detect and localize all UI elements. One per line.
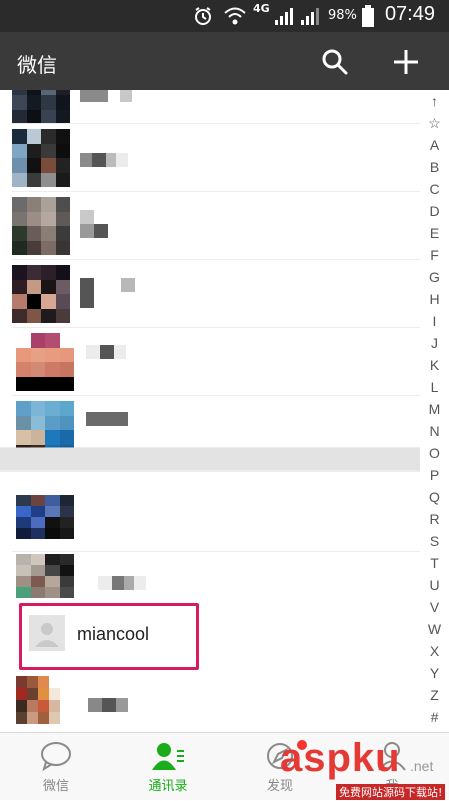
contact-row[interactable] [0, 670, 420, 732]
contact-row[interactable] [0, 552, 420, 600]
index-letter[interactable]: B [420, 159, 449, 175]
index-letter[interactable]: Y [420, 665, 449, 681]
avatar [16, 333, 74, 391]
index-letter[interactable]: L [420, 379, 449, 395]
signal-icon-secondary [301, 8, 319, 25]
watermark-subtitle: 免费网站源码下载站! [336, 784, 446, 800]
index-letter[interactable]: V [420, 599, 449, 615]
highlighted-contact-row[interactable]: miancool [19, 603, 199, 670]
index-letter[interactable]: J [420, 335, 449, 351]
contact-row[interactable] [0, 260, 420, 328]
wifi-icon [224, 7, 246, 25]
scroll-index-highlight [0, 447, 449, 472]
battery-percent: 98% [328, 8, 357, 23]
watermark-logo: aspku .net 免费网站源码下载站! [276, 736, 449, 800]
index-letter[interactable]: G [420, 269, 449, 285]
signal-icon-primary [275, 8, 293, 25]
index-letter[interactable]: Q [420, 489, 449, 505]
contact-name-blurred [80, 90, 132, 102]
battery-icon [362, 5, 374, 27]
avatar [16, 676, 60, 724]
clock: 07:49 [384, 3, 435, 25]
status-bar: 4G 98% 07:49 [0, 0, 449, 32]
index-letter[interactable]: X [420, 643, 449, 659]
contact-name-blurred [80, 278, 94, 308]
contacts-icon [152, 743, 184, 770]
network-type-label: 4G [253, 2, 270, 15]
contact-row[interactable] [0, 124, 420, 192]
index-letter[interactable]: K [420, 357, 449, 373]
contact-name-blurred [88, 698, 128, 712]
avatar [12, 265, 70, 323]
search-icon[interactable] [321, 48, 349, 76]
contact-row[interactable] [0, 328, 420, 396]
tab-label: 微信 [42, 779, 69, 794]
index-letter[interactable]: E [420, 225, 449, 241]
alphabet-index[interactable]: ↑ ☆ A B C D E F G H I J K L M N O P Q R … [420, 90, 449, 732]
contact-name-blurred [121, 278, 135, 292]
index-letter[interactable]: U [420, 577, 449, 593]
index-letter[interactable]: N [420, 423, 449, 439]
contact-name: miancool [77, 624, 150, 644]
contact-row[interactable] [0, 90, 420, 124]
contact-name-blurred [98, 576, 146, 590]
tab-chats[interactable]: 微信 [0, 733, 112, 801]
index-letter[interactable]: A [420, 137, 449, 153]
index-letter[interactable]: H [420, 291, 449, 307]
contact-row[interactable] [0, 192, 420, 260]
person-placeholder-icon [29, 615, 65, 651]
contact-name-blurred [80, 210, 94, 224]
avatar [12, 129, 70, 187]
index-letter[interactable]: ↑ [420, 93, 449, 109]
index-letter[interactable]: T [420, 555, 449, 571]
avatar [12, 90, 70, 124]
index-letter[interactable]: W [420, 621, 449, 637]
index-letter[interactable]: D [420, 203, 449, 219]
contact-name-blurred [80, 224, 108, 238]
alarm-icon [195, 7, 211, 25]
index-letter[interactable]: Z [420, 687, 449, 703]
index-letter[interactable]: C [420, 181, 449, 197]
watermark-domain: .net [410, 758, 434, 774]
contact-row[interactable] [0, 470, 420, 552]
avatar [16, 554, 74, 598]
contact-name-blurred [80, 153, 128, 167]
index-letter[interactable]: F [420, 247, 449, 263]
index-letter[interactable]: M [420, 401, 449, 417]
contact-row[interactable] [0, 396, 420, 459]
contact-name-blurred [86, 412, 128, 426]
tab-contacts[interactable]: 通讯录 [112, 733, 224, 801]
plus-icon[interactable] [392, 48, 420, 76]
index-letter[interactable]: P [420, 467, 449, 483]
avatar [16, 495, 74, 539]
index-letter[interactable]: R [420, 511, 449, 527]
index-letter[interactable]: ☆ [420, 115, 449, 132]
default-avatar [29, 615, 65, 651]
index-letter[interactable]: I [420, 313, 449, 329]
contact-name-blurred [86, 345, 126, 359]
watermark-brand: aspku [280, 736, 401, 780]
avatar [12, 197, 70, 255]
index-letter[interactable]: S [420, 533, 449, 549]
index-letter[interactable]: # [420, 709, 449, 725]
app-bar: 微信 [0, 32, 449, 90]
page-title: 微信 [17, 53, 57, 77]
tab-label: 通讯录 [148, 779, 188, 794]
chat-bubble-icon [41, 742, 71, 771]
index-letter[interactable]: O [420, 445, 449, 461]
